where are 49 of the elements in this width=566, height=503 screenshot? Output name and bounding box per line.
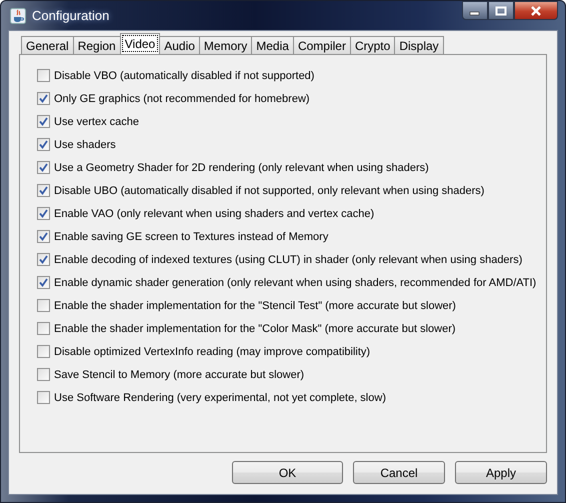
window-title: Configuration [32, 8, 110, 23]
checkbox-label: Enable the shader implementation for the "Color Mask" (more accurate but slower) [54, 322, 456, 334]
checkbox-label: Use a Geometry Shader for 2D rendering (only relevant when using shaders) [54, 162, 429, 174]
dialog-button[interactable]: OK [232, 461, 343, 484]
checkbox-label: Enable the shader implementation for the "Stencil Test" (more accurate but slower) [54, 300, 456, 312]
checkbox[interactable] [37, 69, 50, 82]
checkbox[interactable] [37, 299, 50, 312]
checkbox-label: Enable decoding of indexed textures (using CLUT) in shader (only relevant when using shaders) [54, 254, 522, 266]
tab[interactable]: Media [251, 36, 294, 54]
cup-icon [10, 8, 26, 24]
tab[interactable]: Video [120, 33, 160, 54]
checkbox[interactable] [37, 138, 50, 151]
tab[interactable]: Compiler [292, 36, 351, 54]
checkbox-label: Enable dynamic shader generation (only relevant when using shaders, recommended for AMD/ATI) [54, 276, 536, 288]
checkbox[interactable] [37, 391, 50, 404]
dialog-button[interactable]: Cancel [353, 461, 445, 484]
tab[interactable]: Crypto [350, 36, 396, 54]
checkbox-label: Enable VAO (only relevant when using shaders and vertex cache) [54, 208, 374, 220]
tab[interactable]: Region [72, 36, 121, 54]
minimize-button[interactable] [462, 1, 488, 20]
checkbox-label: Only GE graphics (not recommended for homebrew) [54, 92, 310, 104]
checkbox[interactable] [37, 276, 50, 289]
checkbox-label: Disable optimized VertexInfo reading (may improve compatibility) [54, 346, 370, 358]
tab[interactable]: Display [394, 36, 444, 54]
maximize-button[interactable] [488, 1, 514, 20]
checkbox-label: Use Software Rendering (very experimental, not yet complete, slow) [54, 392, 386, 404]
checkbox[interactable] [37, 184, 50, 197]
checkbox[interactable] [37, 115, 50, 128]
maximize-icon [495, 6, 507, 16]
tab[interactable]: Memory [198, 36, 252, 54]
checkbox[interactable] [37, 161, 50, 174]
checkbox-label: Disable VBO (automatically disabled if not supported) [54, 70, 314, 82]
checkbox[interactable] [37, 207, 50, 220]
checkbox-label: Use vertex cache [54, 116, 139, 128]
close-button[interactable] [514, 1, 558, 20]
dialog-button[interactable]: Apply [455, 461, 547, 484]
checkbox[interactable] [37, 92, 50, 105]
tab[interactable]: Audio [159, 36, 200, 54]
checkbox[interactable] [37, 230, 50, 243]
checkbox[interactable] [37, 345, 50, 358]
checkbox-label: Save Stencil to Memory (more accurate but slower) [54, 368, 304, 380]
tab[interactable]: General [21, 36, 74, 54]
checkbox-label: Use shaders [54, 138, 116, 150]
checkbox-label: Disable UBO (automatically disabled if not supported, only relevant when using shaders) [54, 184, 484, 196]
checkbox[interactable] [37, 322, 50, 335]
close-icon [529, 4, 543, 16]
checkbox[interactable] [37, 253, 50, 266]
checkbox-label: Enable saving GE screen to Textures instead of Memory [54, 230, 328, 242]
checkbox[interactable] [37, 368, 50, 381]
